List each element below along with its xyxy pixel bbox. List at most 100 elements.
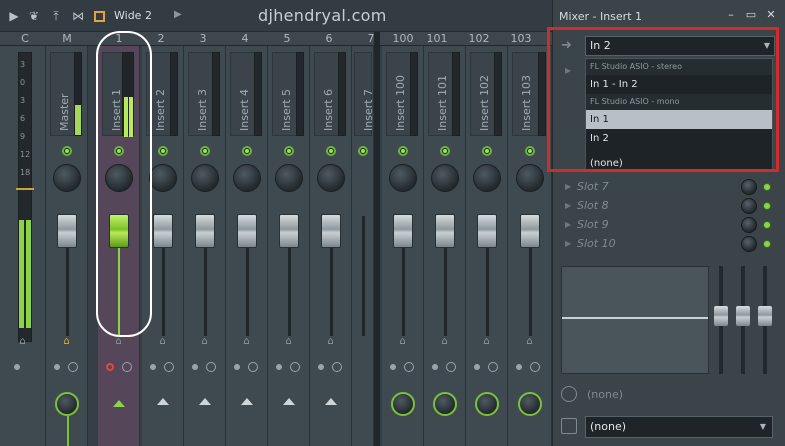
eq-graph[interactable]	[561, 266, 709, 374]
clock-icon[interactable]	[332, 362, 342, 372]
solo-dot-icon[interactable]	[276, 364, 282, 370]
route-arrow-icon[interactable]	[156, 398, 169, 405]
solo-dot-icon[interactable]	[318, 364, 324, 370]
send-knob[interactable]	[432, 392, 457, 416]
volume-fader[interactable]	[56, 214, 77, 248]
slot-enable-led-icon[interactable]	[763, 202, 771, 210]
solo-dot-icon[interactable]	[192, 364, 198, 370]
mute-led-icon[interactable]	[157, 146, 168, 156]
dropdown-option[interactable]: In 2	[586, 129, 772, 148]
dropdown-option[interactable]: In 1 - In 2	[586, 75, 772, 94]
send-knob[interactable]	[474, 392, 499, 416]
audio-input-select[interactable]: In 2 ▼	[585, 36, 775, 56]
slot-enable-led-icon[interactable]	[763, 221, 771, 229]
pan-knob[interactable]	[232, 164, 261, 192]
mixer-strip-insert-1[interactable]: Insert 1 ⌂	[98, 46, 140, 446]
clock-icon[interactable]	[290, 362, 300, 372]
mute-led-icon[interactable]	[397, 146, 408, 156]
clock-icon[interactable]	[446, 362, 456, 372]
route-down-arrow-icon[interactable]	[112, 400, 125, 407]
clock-icon[interactable]	[488, 362, 498, 372]
upload-icon[interactable]: ⤒	[48, 8, 64, 24]
volume-fader[interactable]	[476, 214, 497, 248]
clock-icon[interactable]	[122, 362, 132, 372]
maximize-icon[interactable]: ▭	[745, 9, 757, 21]
pan-knob[interactable]	[388, 164, 417, 192]
mute-led-icon[interactable]	[439, 146, 450, 156]
link-icon[interactable]: ⌂	[283, 336, 295, 348]
eq-low-fader[interactable]	[714, 306, 728, 326]
audio-output-select[interactable]: (none) ▼	[585, 416, 773, 438]
pan-knob[interactable]	[515, 164, 544, 192]
link-icon[interactable]: ⌂	[241, 336, 253, 348]
slot-row[interactable]: ▶ Slot 10	[561, 235, 777, 253]
slot-row[interactable]: ▶ Slot 7	[561, 178, 777, 196]
mixer-strip-insert-103[interactable]: Insert 103 ⌂	[508, 46, 552, 446]
clock-icon[interactable]	[404, 362, 414, 372]
clock-icon[interactable]	[206, 362, 216, 372]
slot-row[interactable]: ▶ Slot 9	[561, 216, 777, 234]
volume-fader[interactable]	[434, 214, 455, 248]
mute-led-icon[interactable]	[357, 146, 368, 156]
mute-led-icon[interactable]	[199, 146, 210, 156]
eq-high-fader[interactable]	[758, 306, 772, 326]
slot-mix-knob[interactable]	[741, 179, 757, 195]
mixer-strip-insert-101[interactable]: Insert 101 ⌂	[424, 46, 466, 446]
mixer-strip-insert-102[interactable]: Insert 102 ⌂	[466, 46, 508, 446]
mute-led-icon[interactable]	[325, 146, 336, 156]
link-icon[interactable]: ⌂	[61, 336, 73, 348]
close-icon[interactable]: ✕	[765, 9, 777, 21]
volume-fader[interactable]	[392, 214, 413, 248]
mute-led-icon[interactable]	[61, 146, 72, 156]
mixer-strip-insert-2[interactable]: Insert 2 ⌂	[142, 46, 184, 446]
mute-led-icon[interactable]	[283, 146, 294, 156]
slot-row[interactable]: ▶ Slot 8	[561, 197, 777, 215]
link-icon[interactable]: ⌂	[439, 336, 451, 348]
link-icon[interactable]: ⌂	[325, 336, 337, 348]
dropdown-option-highlighted[interactable]: In 1	[586, 110, 772, 129]
solo-dot-icon[interactable]	[234, 364, 240, 370]
mute-led-icon[interactable]	[481, 146, 492, 156]
record-icon[interactable]	[106, 363, 114, 371]
slot-mix-knob[interactable]	[741, 198, 757, 214]
pan-knob[interactable]	[190, 164, 219, 192]
slot-enable-led-icon[interactable]	[763, 183, 771, 191]
volume-fader[interactable]	[152, 214, 173, 248]
pan-knob[interactable]	[430, 164, 459, 192]
arrow-right-icon[interactable]: ▶	[174, 9, 182, 20]
route-arrow-icon[interactable]	[240, 398, 253, 405]
link-icon[interactable]: ⌂	[481, 336, 493, 348]
clock-icon[interactable]	[164, 362, 174, 372]
volume-fader[interactable]	[519, 214, 540, 248]
send-knob[interactable]	[390, 392, 415, 416]
clock-icon[interactable]	[248, 362, 258, 372]
eq-mid-fader[interactable]	[736, 306, 750, 326]
solo-dot-icon[interactable]	[150, 364, 156, 370]
link-icon[interactable]: ⌂	[199, 336, 211, 348]
solo-dot-icon[interactable]	[54, 364, 60, 370]
slot-enable-led-icon[interactable]	[763, 240, 771, 248]
mixer-strip-insert-4[interactable]: Insert 4 ⌂	[226, 46, 268, 446]
bird-icon[interactable]: ❦	[26, 8, 42, 24]
mixer-strip-master[interactable]: Master ⌂	[46, 46, 88, 446]
send-knob[interactable]	[54, 392, 79, 416]
play-icon[interactable]: ▶	[6, 8, 22, 24]
pan-knob[interactable]	[472, 164, 501, 192]
pan-knob[interactable]	[104, 164, 133, 192]
link-icon[interactable]: ⌂	[17, 336, 29, 348]
pan-knob[interactable]	[148, 164, 177, 192]
slot-mix-knob[interactable]	[741, 236, 757, 252]
volume-fader[interactable]	[278, 214, 299, 248]
mixer-strip-insert-100[interactable]: Insert 100 ⌂	[382, 46, 424, 446]
dropdown-option[interactable]: (none)	[586, 154, 772, 173]
view-icon[interactable]	[94, 11, 105, 22]
mixer-strip-insert-3[interactable]: Insert 3 ⌂	[184, 46, 226, 446]
volume-fader[interactable]	[236, 214, 257, 248]
pan-knob[interactable]	[52, 164, 81, 192]
mute-led-icon[interactable]	[524, 146, 535, 156]
solo-dot-icon[interactable]	[516, 364, 522, 370]
route-arrow-icon[interactable]	[324, 398, 337, 405]
solo-dot-icon[interactable]	[390, 364, 396, 370]
strip-scroll-divider[interactable]	[374, 32, 380, 446]
route-arrow-icon[interactable]	[198, 398, 211, 405]
